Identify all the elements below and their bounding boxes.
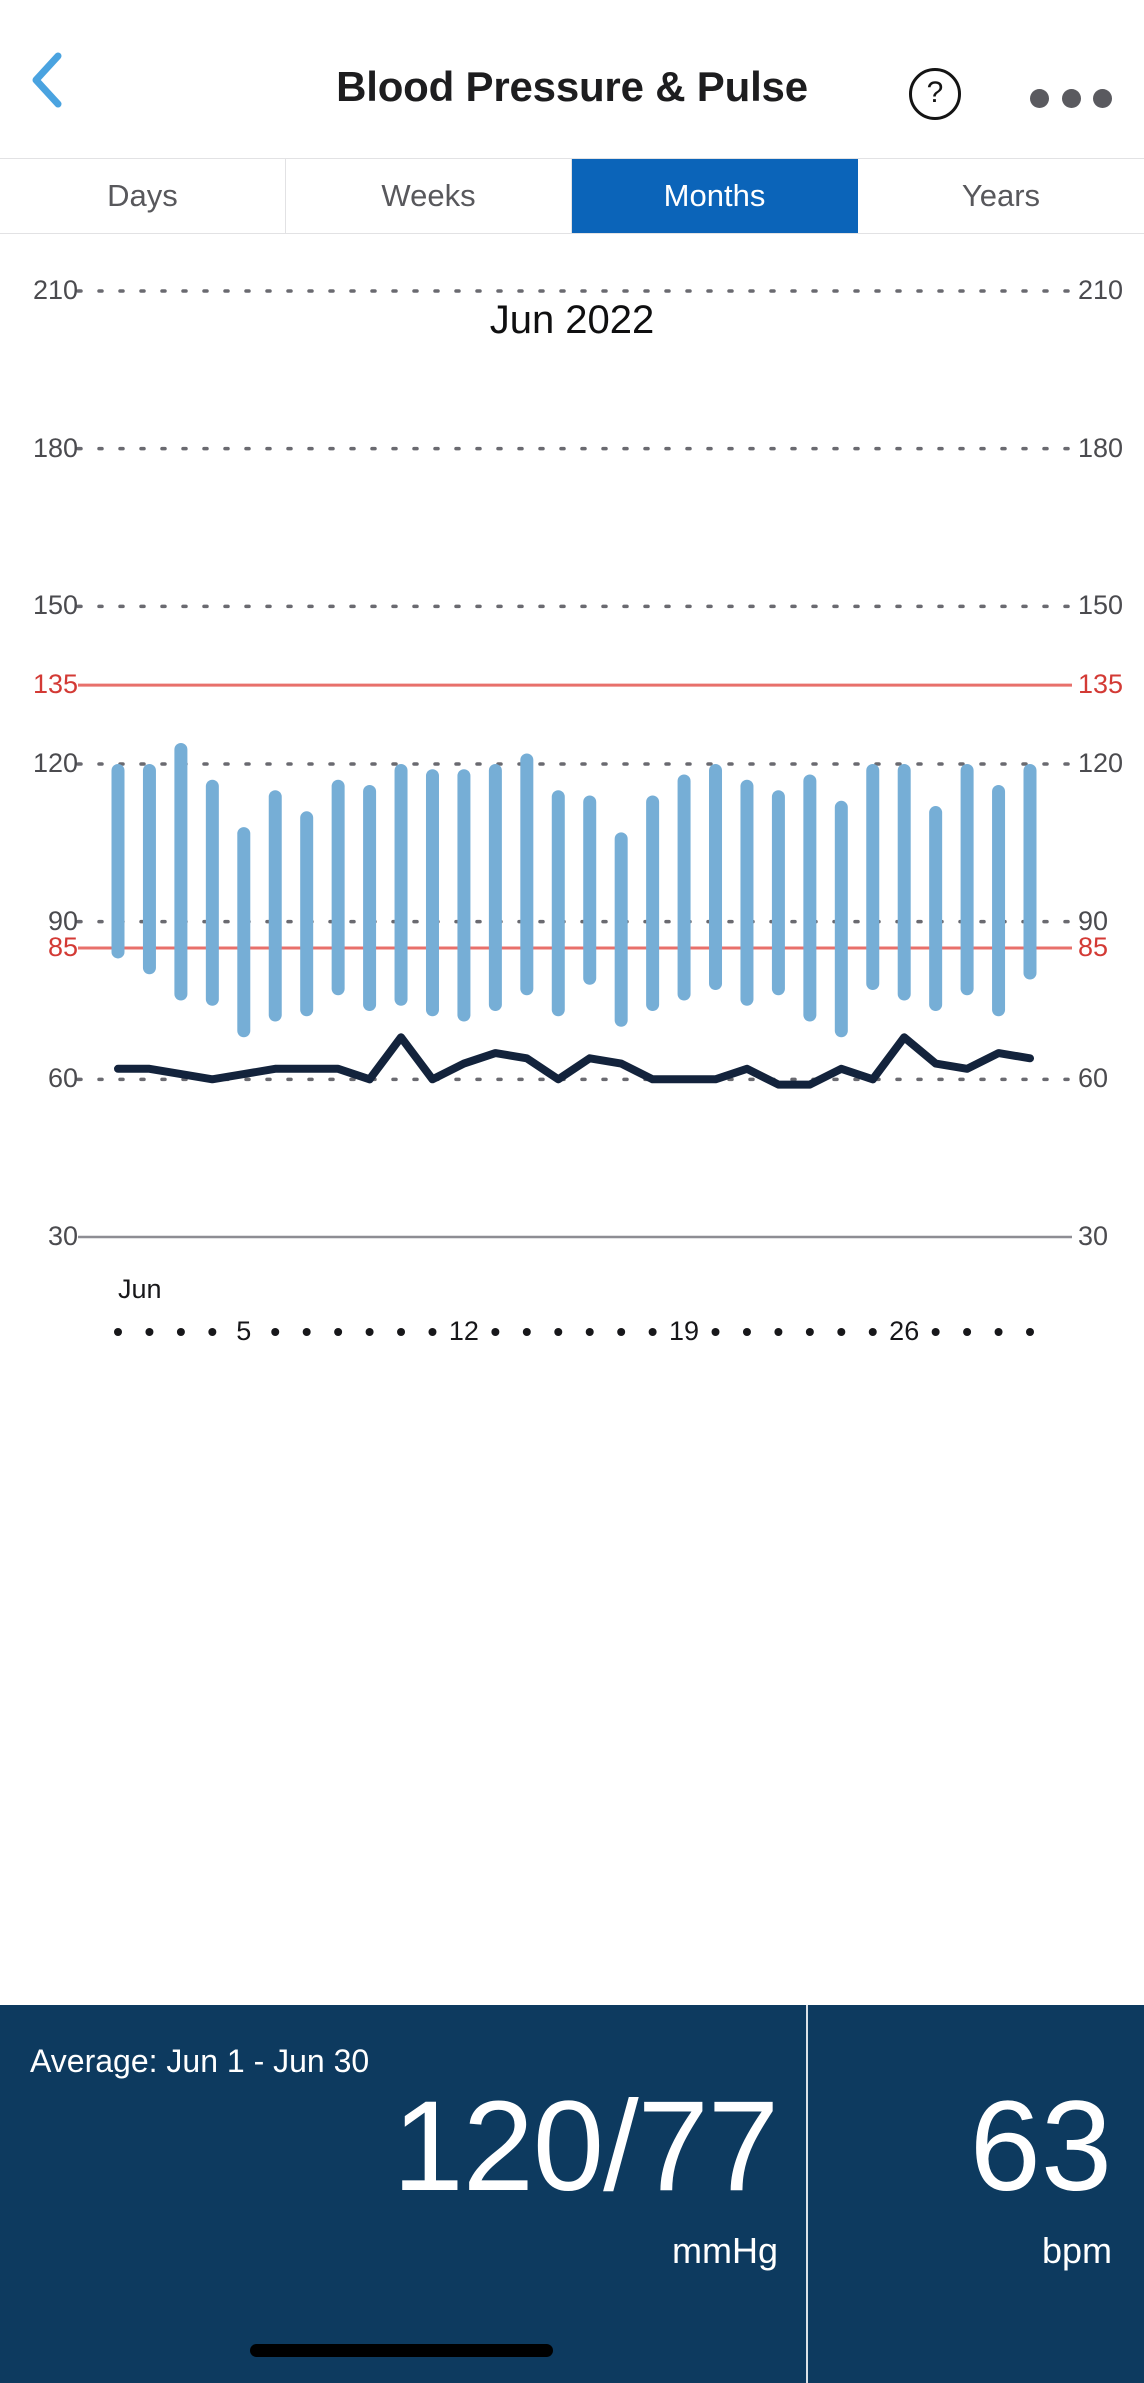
y-axis-label-left-30: 30 — [47, 1221, 78, 1251]
x-axis-dot — [176, 1328, 185, 1336]
x-axis-dot — [742, 1328, 751, 1336]
bp-bar[interactable] — [111, 764, 125, 959]
bp-bar[interactable] — [551, 790, 565, 1017]
y-axis-label-right-210: 210 — [1078, 275, 1124, 305]
bp-bar[interactable] — [992, 785, 1006, 1017]
y-axis-label-left-180: 180 — [32, 432, 78, 463]
x-axis-dot — [302, 1328, 311, 1336]
pulse-unit-label: bpm — [1041, 2230, 1112, 2271]
x-axis-dot — [522, 1328, 531, 1336]
x-axis-dot — [837, 1328, 846, 1336]
x-axis-dot — [114, 1328, 122, 1336]
average-pulse-value: 63 — [969, 2075, 1112, 2218]
bp-bar[interactable] — [646, 795, 660, 1012]
bp-bar[interactable] — [583, 795, 597, 985]
bp-bar[interactable] — [866, 764, 880, 990]
y-axis-label-right-150: 150 — [1078, 590, 1124, 621]
bp-bar[interactable] — [205, 779, 219, 1006]
y-axis-label-right-90: 90 — [1078, 905, 1109, 936]
x-axis-dot — [805, 1328, 814, 1336]
summary-panel: Average: Jun 1 - Jun 30 120/77 mmHg 63 b… — [0, 2005, 1144, 2383]
x-axis-dot — [585, 1328, 594, 1336]
bp-bar[interactable] — [771, 790, 785, 996]
bp-bar[interactable] — [834, 800, 848, 1038]
x-axis-label-5: 5 — [218, 1318, 269, 1345]
y-axis-label-right-60: 60 — [1078, 1063, 1109, 1094]
bp-bar[interactable] — [457, 769, 471, 1022]
bp-bar[interactable] — [520, 753, 534, 996]
average-bp-value: 120/77 — [392, 2075, 779, 2218]
bp-bar[interactable] — [929, 806, 943, 1012]
home-indicator — [250, 2344, 553, 2357]
x-axis-dot — [208, 1328, 217, 1336]
x-axis-dot — [617, 1328, 626, 1336]
bp-bar[interactable] — [1023, 764, 1037, 980]
x-axis-dot — [931, 1328, 940, 1336]
x-axis-dot — [963, 1328, 972, 1336]
bp-bar[interactable] — [268, 790, 282, 1022]
y-axis-label-left-85: 85 — [47, 931, 78, 962]
x-axis-month-label: Jun — [118, 1274, 162, 1304]
y-axis-label-left-135: 135 — [32, 669, 78, 700]
bp-bar[interactable] — [331, 779, 345, 996]
y-axis-label-right-30: 30 — [1078, 1221, 1109, 1251]
x-axis-dot — [868, 1328, 877, 1336]
x-axis-dot — [271, 1328, 280, 1336]
pulse-summary: 63 bpm — [808, 2005, 1144, 2383]
x-axis-dot — [994, 1328, 1003, 1336]
bp-bar[interactable] — [425, 769, 439, 1017]
y-axis-label-left-60: 60 — [47, 1063, 78, 1094]
average-range-label: Average: Jun 1 - Jun 30 — [30, 2043, 370, 2079]
bp-bar[interactable] — [488, 764, 502, 1012]
x-axis-dot — [397, 1328, 406, 1336]
y-axis-label-right-85: 85 — [1078, 931, 1109, 962]
bp-bar[interactable] — [237, 827, 251, 1038]
bp-bar[interactable] — [897, 764, 911, 1001]
bp-bar[interactable] — [740, 779, 754, 1006]
x-axis-label-12: 12 — [438, 1318, 489, 1345]
x-axis-dot — [711, 1328, 720, 1336]
y-axis-label-left-90: 90 — [47, 905, 78, 936]
x-axis-label-19: 19 — [659, 1318, 710, 1345]
x-axis-dot — [334, 1328, 343, 1336]
x-axis-dot — [365, 1328, 374, 1336]
pulse-line[interactable] — [114, 1033, 1034, 1089]
bp-bar[interactable] — [803, 774, 817, 1022]
x-axis-label-26: 26 — [879, 1318, 930, 1345]
x-axis-dot — [145, 1328, 154, 1336]
x-axis-dot — [491, 1328, 500, 1336]
bp-summary: Average: Jun 1 - Jun 30 120/77 mmHg — [0, 2005, 806, 2383]
bp-bar[interactable] — [614, 832, 628, 1027]
bp-unit-label: mmHg — [672, 2230, 778, 2271]
bp-bar[interactable] — [677, 774, 691, 1001]
y-axis-label-right-120: 120 — [1078, 748, 1124, 778]
bp-bar[interactable] — [142, 764, 156, 975]
bp-bar[interactable] — [394, 764, 408, 1006]
chart-canvas — [76, 289, 1074, 1336]
x-axis-dot — [554, 1328, 563, 1336]
x-axis-dot — [1026, 1328, 1034, 1336]
blood-pressure-chart[interactable]: 210 210 180 180 150 150 135 135 120 120 90 90 85 85 60… — [0, 0, 1144, 1960]
y-axis-label-left-120: 120 — [32, 748, 78, 778]
x-axis-dot — [648, 1328, 657, 1336]
x-axis-dot — [774, 1328, 783, 1336]
blood-pressure-screen: Blood Pressure & Pulse ? Days Weeks Mont… — [0, 0, 1144, 2383]
y-axis-label-right-135: 135 — [1078, 669, 1124, 700]
bp-bar[interactable] — [363, 785, 377, 1012]
y-axis-label-left-210: 210 — [32, 275, 78, 305]
y-axis-label-left-150: 150 — [32, 590, 78, 621]
bp-bar[interactable] — [960, 764, 974, 996]
bp-bar[interactable] — [300, 811, 314, 1017]
y-axis-label-right-180: 180 — [1078, 432, 1124, 463]
x-axis-dot — [428, 1328, 437, 1336]
bp-bar[interactable] — [709, 764, 723, 990]
bp-bar[interactable] — [174, 742, 188, 1001]
